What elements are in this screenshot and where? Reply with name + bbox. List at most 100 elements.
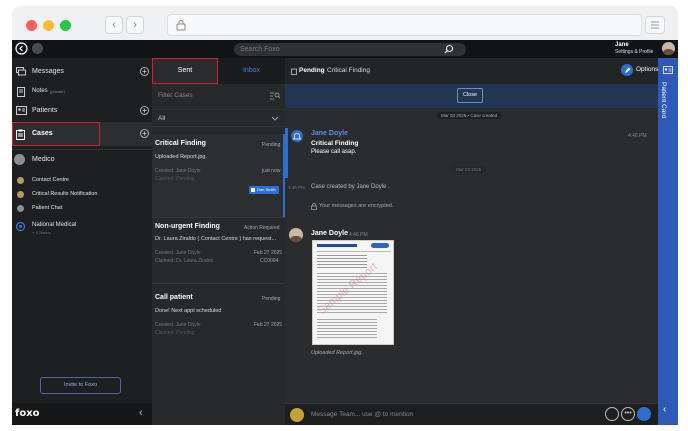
filter-search-icon[interactable]	[270, 91, 280, 100]
sidebar-item-patients[interactable]: Patients	[12, 105, 152, 117]
chevron-down-icon	[271, 116, 279, 121]
close-case-button[interactable]: Close	[457, 88, 483, 103]
address-bar[interactable]	[167, 14, 642, 36]
add-message-icon[interactable]	[140, 67, 149, 76]
patient-card-panel[interactable]: Patient Card ‹	[658, 58, 678, 425]
report-header-graphic	[317, 244, 357, 247]
message-title: Critical Finding	[311, 140, 359, 147]
user-icon	[251, 188, 255, 192]
browser-toolbar: ‹ ›	[12, 6, 678, 40]
case-chat: Pending Critical Finding Options Close M…	[285, 58, 671, 425]
forward-button[interactable]: ›	[126, 16, 144, 34]
patient-chat-icon	[17, 205, 24, 212]
close-window-icon[interactable]	[26, 20, 37, 31]
case-status: Action Required	[244, 225, 280, 231]
more-options-icon[interactable]: •••	[621, 407, 635, 421]
invite-button[interactable]: Invite to Foxo	[40, 377, 121, 394]
filter-cases-input[interactable]: Filter Cases	[152, 86, 285, 106]
team-patient-chat[interactable]: Patient Chat	[12, 204, 152, 214]
message-time: 4:46 PM	[628, 133, 647, 139]
case-title: Critical Finding	[155, 140, 206, 147]
search-input[interactable]: Search Foxo	[234, 43, 466, 56]
report-text-lines	[317, 255, 367, 269]
team-label: Critical Results Notification	[32, 191, 98, 197]
message-composer: Message Team... use @ to mention •••	[285, 403, 658, 425]
lock-icon	[176, 20, 186, 31]
case-card[interactable]: Non-urgent Finding Action Required Dr. L…	[152, 217, 285, 283]
emoji-icon[interactable]	[605, 407, 619, 421]
options-label[interactable]: Options	[636, 66, 658, 73]
avatar[interactable]	[289, 228, 303, 242]
case-status-label: Pending	[299, 67, 325, 74]
expand-patient-card-icon[interactable]: ‹	[663, 404, 666, 415]
org-teams-count: + 3 Teams	[32, 230, 51, 235]
search-icon[interactable]	[444, 44, 454, 54]
team-avatar-icon	[290, 408, 304, 422]
team-label: Contact Centre	[32, 177, 69, 183]
add-patient-icon[interactable]	[140, 106, 149, 115]
org-medico[interactable]: Medico	[12, 153, 152, 167]
cases-panel: Sent Inbox Filter Cases All Critical Fin…	[152, 58, 285, 425]
user-name[interactable]: Jane	[615, 42, 629, 48]
system-time: 4:46 PM	[288, 185, 305, 190]
foxo-app: Search Foxo Jane Settings & Profile Mess…	[12, 40, 678, 425]
team-dot-icon	[17, 191, 24, 198]
maximize-window-icon[interactable]	[60, 20, 71, 31]
assignee-tag: Dan Smith	[249, 186, 279, 194]
report-rule	[317, 251, 391, 252]
sender-name[interactable]: Jane Doyle	[311, 130, 348, 137]
case-preview: Uploaded Report.jpg.	[155, 154, 207, 160]
sidebar-item-notes[interactable]: Notes (private)	[12, 86, 152, 98]
case-card[interactable]: Critical Finding Pending Uploaded Report…	[152, 134, 285, 217]
message-input[interactable]: Message Team... use @ to mention	[311, 411, 413, 418]
case-status: Pending	[262, 142, 281, 148]
tab-inbox[interactable]: Inbox	[218, 58, 285, 84]
case-icon	[291, 68, 297, 75]
sidebar-footer: foxo ‹	[12, 403, 152, 425]
message-time: 4:46 PM	[349, 232, 368, 238]
sidebar-item-label: Notes	[32, 88, 48, 94]
highlight-cases-box	[12, 122, 100, 146]
minimize-window-icon[interactable]	[43, 20, 54, 31]
org-national-medical[interactable]: National Medical + 3 Teams	[12, 220, 152, 238]
report-image-attachment[interactable]: Sample Report	[312, 240, 394, 345]
attachment-caption: Uploaded Report.jpg.	[311, 350, 363, 356]
report-text-lines	[317, 319, 377, 339]
collapse-sidebar-icon[interactable]: ‹	[139, 407, 143, 419]
status-icon[interactable]	[32, 43, 43, 54]
team-critical-results[interactable]: Critical Results Notification	[12, 190, 152, 200]
team-contact-centre[interactable]: Contact Centre	[12, 176, 152, 186]
case-status: Pending	[262, 296, 281, 302]
notes-private-label: (private)	[50, 89, 65, 94]
browser-menu-icon[interactable]	[645, 16, 665, 34]
notes-icon	[17, 87, 25, 97]
chat-header: Pending Critical Finding Options	[285, 58, 658, 84]
case-time: Feb 27 2025	[254, 250, 283, 256]
case-title-header: Critical Finding	[327, 67, 370, 74]
case-card[interactable]: Call patient Pending Done! Next appt sch…	[152, 283, 285, 341]
report-logo	[371, 243, 389, 248]
back-button[interactable]: ‹	[105, 16, 123, 34]
unread-indicator	[285, 128, 288, 178]
thumbs-up-icon[interactable]	[637, 407, 651, 421]
sender-name[interactable]: Jane Doyle	[311, 230, 348, 237]
settings-profile-link[interactable]: Settings & Profile	[615, 49, 653, 55]
foxo-logo: foxo	[15, 408, 40, 419]
add-case-icon[interactable]	[140, 129, 149, 138]
messages-icon	[16, 67, 26, 76]
case-claimed: Claimed: Pending	[155, 176, 195, 182]
case-title: Call patient	[155, 294, 193, 301]
org-name: National Medical	[32, 222, 77, 228]
back-circle-icon[interactable]	[15, 42, 28, 55]
highlight-sent-box	[152, 58, 218, 84]
case-claimed: Claimed: Dr. Laura Ziraldo	[155, 258, 214, 264]
sidebar: Messages Notes (private) Patients Cases …	[12, 58, 152, 425]
edit-case-icon[interactable]	[621, 64, 633, 76]
message-body: Please call asap.	[311, 149, 357, 155]
patient-card-icon	[663, 66, 673, 74]
avatar[interactable]	[662, 42, 675, 55]
case-preview: Done! Next appt scheduled	[155, 308, 222, 314]
case-code: CC0004	[260, 258, 279, 264]
case-filter-select[interactable]: All	[152, 109, 285, 127]
sidebar-item-messages[interactable]: Messages	[12, 66, 152, 78]
